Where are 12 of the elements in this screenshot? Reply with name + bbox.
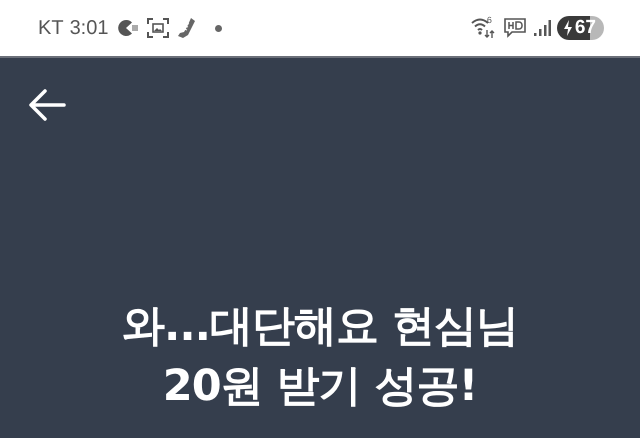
screenshot-icon — [146, 18, 168, 38]
back-button[interactable] — [28, 88, 66, 122]
notification-dot — [214, 24, 222, 32]
wifi-icon — [470, 17, 497, 39]
hd-voice-icon — [502, 17, 527, 39]
signal-icon — [532, 19, 551, 37]
headline: 20원 받기 성공! — [162, 360, 478, 413]
clock: 3:01 — [70, 16, 108, 40]
pacman-icon — [116, 19, 138, 37]
headline: 와...대단해요 현심님 — [122, 300, 518, 353]
carrier-label: KT — [38, 16, 64, 40]
wifi-generation-label: 6 — [486, 15, 492, 25]
